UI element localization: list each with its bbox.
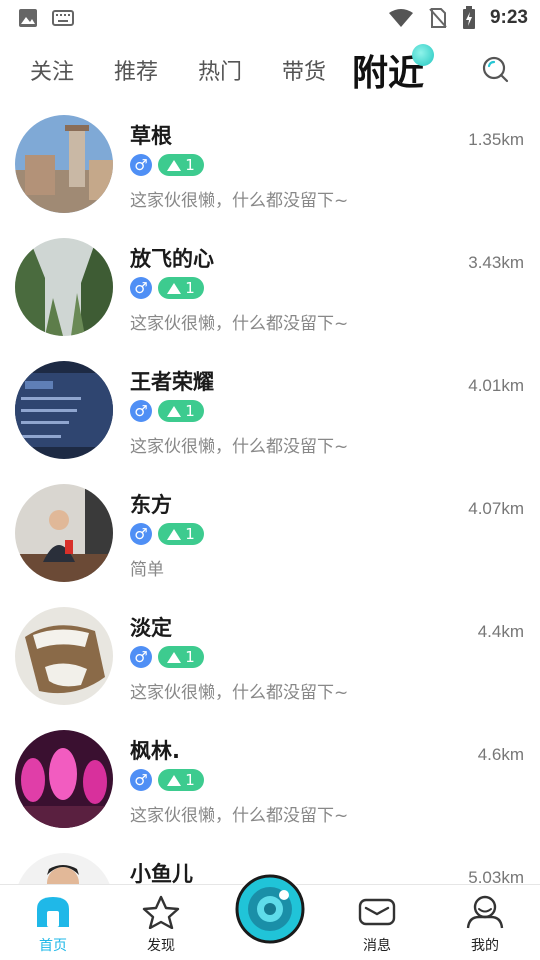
tab-following[interactable]: 关注	[30, 54, 74, 86]
mail-icon	[358, 898, 396, 926]
user-avatar[interactable]	[15, 238, 113, 336]
bottom-nav: 首页 发现 消息 我的	[0, 873, 540, 960]
user-distance: 5.03km	[468, 868, 524, 884]
star-icon	[142, 895, 180, 930]
list-item[interactable]: 王者荣耀 ♂ 1 这家伙很懒，什么都没留下~ 4.01km	[0, 350, 540, 473]
level-badge: 1	[158, 646, 204, 668]
mountain-icon	[167, 775, 182, 786]
nav-home-label: 首页	[39, 938, 67, 954]
user-badges: ♂ 1	[130, 523, 204, 545]
male-gender-icon: ♂	[130, 646, 152, 668]
user-badges: ♂ 1	[130, 400, 204, 422]
nav-profile[interactable]: 我的	[450, 895, 520, 955]
user-bio: 这家伙很懒，什么都没留下~	[130, 437, 349, 457]
nav-discover-label: 发现	[147, 938, 175, 954]
user-distance: 4.4km	[477, 622, 524, 641]
user-avatar[interactable]	[15, 730, 113, 828]
home-icon	[37, 897, 69, 927]
user-bio: 简单	[130, 560, 164, 580]
user-avatar[interactable]	[15, 853, 113, 884]
nav-discover[interactable]: 发现	[126, 895, 196, 955]
male-gender-icon: ♂	[130, 523, 152, 545]
user-badges: ♂ 1	[130, 646, 204, 668]
user-distance: 4.6km	[477, 745, 524, 764]
user-bio: 这家伙很懒，什么都没留下~	[130, 314, 349, 334]
no-signal-icon	[429, 8, 447, 28]
level-value: 1	[185, 402, 195, 420]
mountain-icon	[167, 406, 182, 417]
user-name: 枫林.	[130, 739, 180, 763]
user-badges: ♂ 1	[130, 277, 204, 299]
level-badge: 1	[158, 277, 204, 299]
list-item[interactable]: 淡定 ♂ 1 这家伙很懒，什么都没留下~ 4.4km	[0, 596, 540, 719]
tab-recommend[interactable]: 推荐	[114, 54, 158, 86]
mountain-icon	[167, 160, 182, 171]
level-value: 1	[185, 648, 195, 666]
level-badge: 1	[158, 400, 204, 422]
user-name: 小鱼儿	[130, 862, 193, 884]
nav-messages[interactable]: 消息	[342, 895, 412, 955]
user-name: 东方	[130, 493, 172, 517]
user-avatar[interactable]	[15, 484, 113, 582]
keyboard-notification-icon	[52, 10, 74, 26]
level-value: 1	[185, 156, 195, 174]
nav-profile-label: 我的	[471, 938, 499, 954]
user-distance: 1.35km	[468, 130, 524, 149]
nav-messages-label: 消息	[363, 938, 391, 954]
list-item[interactable]: 东方 ♂ 1 简单 4.07km	[0, 473, 540, 596]
male-gender-icon: ♂	[130, 277, 152, 299]
wifi-icon	[388, 9, 413, 27]
user-badges: ♂ 1	[130, 154, 204, 176]
user-avatar[interactable]	[15, 115, 113, 213]
level-badge: 1	[158, 154, 204, 176]
user-name: 放飞的心	[130, 247, 214, 271]
user-name: 草根	[130, 124, 172, 148]
male-gender-icon: ♂	[130, 769, 152, 791]
male-gender-icon: ♂	[130, 400, 152, 422]
user-distance: 3.43km	[468, 253, 524, 272]
level-value: 1	[185, 279, 195, 297]
level-value: 1	[185, 771, 195, 789]
list-item[interactable]: 枫林. ♂ 1 这家伙很懒，什么都没留下~ 4.6km	[0, 719, 540, 842]
nav-home[interactable]: 首页	[18, 895, 88, 955]
image-notification-icon	[19, 9, 37, 27]
user-bio: 这家伙很懒，什么都没留下~	[130, 683, 349, 703]
nearby-user-list: 草根 ♂ 1 这家伙很懒，什么都没留下~ 1.35km 放飞的心 ♂ 1 这家伙…	[0, 104, 540, 884]
list-item[interactable]: 草根 ♂ 1 这家伙很懒，什么都没留下~ 1.35km	[0, 104, 540, 227]
status-time: 9:23	[489, 7, 528, 28]
mountain-icon	[167, 652, 182, 663]
list-item[interactable]: 放飞的心 ♂ 1 这家伙很懒，什么都没留下~ 3.43km	[0, 227, 540, 350]
user-distance: 4.01km	[468, 376, 524, 395]
level-badge: 1	[158, 523, 204, 545]
user-distance: 4.07km	[468, 499, 524, 518]
search-icon[interactable]	[480, 54, 510, 84]
user-avatar[interactable]	[15, 607, 113, 705]
user-name: 王者荣耀	[130, 370, 214, 394]
user-badges: ♂ 1	[130, 769, 204, 791]
profile-icon	[466, 895, 504, 929]
user-bio: 这家伙很懒，什么都没留下~	[130, 191, 349, 211]
camera-icon	[234, 873, 306, 945]
male-gender-icon: ♂	[130, 154, 152, 176]
user-avatar[interactable]	[15, 361, 113, 459]
level-value: 1	[185, 525, 195, 543]
user-bio: 这家伙很懒，什么都没留下~	[130, 806, 349, 826]
user-name: 淡定	[130, 616, 172, 640]
level-badge: 1	[158, 769, 204, 791]
tab-hot[interactable]: 热门	[198, 54, 242, 86]
battery-charging-icon	[462, 6, 475, 29]
mountain-icon	[167, 283, 182, 294]
tab-selling[interactable]: 带货	[282, 54, 326, 86]
top-tab-bar: 关注 推荐 热门 带货 附近	[0, 40, 540, 104]
status-bar: 9:23	[0, 0, 540, 36]
camera-button[interactable]	[232, 871, 308, 947]
active-tab-indicator	[412, 44, 434, 66]
mountain-icon	[167, 529, 182, 540]
